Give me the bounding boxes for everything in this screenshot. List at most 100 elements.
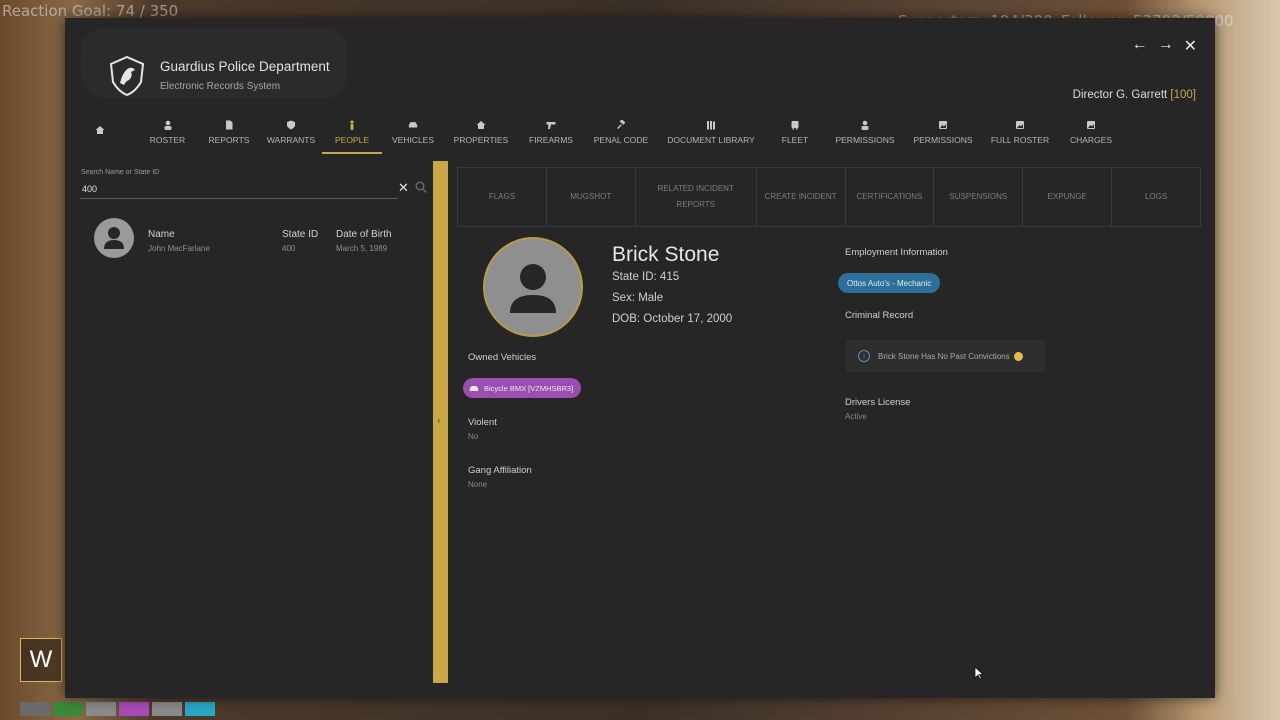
result-dob: March 5, 1989 — [336, 244, 388, 253]
gang-affiliation-value: None — [468, 480, 488, 489]
file-icon — [226, 120, 233, 129]
window-controls: ← → ✕ — [1132, 36, 1197, 56]
vehicle-chip[interactable]: Bicycle BMX [VZMHSBR3] — [463, 378, 582, 398]
chevron-left-icon: ‹ — [437, 415, 441, 427]
result-state-id-header: State ID — [282, 229, 319, 240]
person-icon — [164, 120, 171, 130]
nav-label: CHARGES — [1069, 134, 1113, 145]
nav-penal-code[interactable]: PENAL CODE — [584, 110, 658, 154]
nav-label: FLEET — [781, 134, 809, 145]
profile-tabs: FLAGS MUGSHOT RELATED INCIDENT REPORTS C… — [457, 167, 1201, 227]
car-icon — [791, 120, 799, 129]
result-name-header: Name — [148, 229, 175, 240]
tab-create-incident[interactable]: CREATE INCIDENT — [757, 168, 846, 226]
nav-home[interactable] — [83, 110, 117, 154]
nav-label: PEOPLE — [334, 134, 370, 145]
nav-document-library[interactable]: DOCUMENT LIBRARY — [658, 110, 764, 154]
nav-label: REPORTS — [208, 134, 250, 145]
nav-label: FULL ROSTER — [990, 134, 1050, 145]
criminal-record-alert: i Brick Stone Has No Past Convictions — [846, 340, 1045, 372]
hotbar-slot — [20, 702, 50, 716]
nav-label: ROSTER — [149, 134, 186, 145]
panel-collapse-handle[interactable]: ‹ — [433, 161, 448, 683]
nav-label: PERMISSIONS — [835, 134, 895, 145]
shield-logo-icon — [109, 56, 145, 96]
nav-label: PERMISSIONS — [913, 134, 973, 145]
mdt-window: Guardius Police Department Electronic Re… — [65, 18, 1215, 698]
drivers-license-value: Active — [845, 412, 867, 421]
nav-warrants[interactable]: WARRANTS — [260, 110, 322, 154]
violent-title: Violent — [468, 417, 497, 428]
hud-hotbar — [20, 702, 215, 718]
person-silhouette-icon — [510, 264, 556, 313]
drivers-license-title: Drivers License — [845, 397, 911, 408]
app-subtitle: Electronic Records System — [160, 81, 281, 92]
tab-suspensions[interactable]: SUSPENSIONS — [934, 168, 1024, 226]
image-icon — [939, 120, 947, 129]
forward-arrow-icon[interactable]: → — [1158, 36, 1174, 56]
gavel-icon — [617, 119, 626, 129]
nav-permissions-2[interactable]: PERMISSIONS — [904, 110, 982, 154]
gun-icon — [546, 121, 556, 129]
hud-badge: W — [20, 638, 62, 682]
nav-fleet[interactable]: FLEET — [764, 110, 826, 154]
info-icon: i — [858, 350, 870, 362]
result-name: John MacFarlane — [148, 244, 210, 253]
profile-sex: Sex: Male — [612, 292, 664, 304]
person-silhouette-icon — [104, 227, 124, 249]
avatar — [94, 218, 134, 258]
hotbar-slot — [152, 702, 182, 716]
mouse-cursor-icon — [974, 666, 984, 680]
books-icon — [707, 120, 715, 129]
home-icon — [95, 125, 105, 134]
nav-permissions[interactable]: PERMISSIONS — [826, 110, 904, 154]
main-nav: ROSTER REPORTS WARRANTS PEOPLE VEHICLES … — [83, 110, 1124, 154]
tab-flags[interactable]: FLAGS — [458, 168, 547, 226]
tab-expunge[interactable]: EXPUNGE — [1023, 168, 1113, 226]
nav-full-roster[interactable]: FULL ROSTER — [982, 110, 1058, 154]
nav-label: PENAL CODE — [593, 134, 649, 145]
nav-properties[interactable]: PROPERTIES — [444, 110, 518, 154]
back-arrow-icon[interactable]: ← — [1132, 36, 1148, 56]
gang-affiliation-title: Gang Affiliation — [468, 465, 532, 476]
employment-title: Employment Information — [845, 247, 948, 258]
search-icon[interactable] — [415, 181, 427, 193]
nav-firearms[interactable]: FIREARMS — [518, 110, 584, 154]
hotbar-slot — [86, 702, 116, 716]
violent-value: No — [468, 432, 479, 441]
badge-icon — [287, 120, 295, 129]
app-title: Guardius Police Department — [160, 59, 330, 74]
current-user: Director G. Garrett [100] — [1073, 89, 1196, 101]
search-input[interactable] — [80, 180, 398, 199]
nav-label: FIREARMS — [529, 134, 573, 145]
tab-related-incident-reports[interactable]: RELATED INCIDENT REPORTS — [636, 168, 757, 226]
nav-people[interactable]: PEOPLE — [322, 110, 382, 154]
nav-charges[interactable]: CHARGES — [1058, 110, 1124, 154]
employment-chip[interactable]: Ottos Auto's - Mechanic — [838, 273, 941, 293]
house-icon — [476, 120, 486, 129]
brand-header: Guardius Police Department Electronic Re… — [81, 28, 347, 98]
close-icon[interactable]: ✕ — [1184, 36, 1197, 56]
nav-reports[interactable]: REPORTS — [198, 110, 260, 154]
hotbar-slot — [53, 702, 83, 716]
nav-vehicles[interactable]: VEHICLES — [382, 110, 444, 154]
search-result-row[interactable]: Name John MacFarlane State ID 400 Date o… — [81, 214, 429, 262]
clear-search-icon[interactable]: ✕ — [398, 180, 409, 196]
tab-logs[interactable]: LOGS — [1112, 168, 1200, 226]
car-icon — [408, 121, 418, 127]
nav-roster[interactable]: ROSTER — [137, 110, 198, 154]
nav-label: PROPERTIES — [453, 134, 509, 145]
search-label: Search Name or State ID — [81, 169, 160, 176]
hotbar-slot — [185, 702, 215, 716]
criminal-record-title: Criminal Record — [845, 310, 914, 321]
person-icon — [861, 120, 869, 130]
profile-state-id: State ID: 415 — [612, 271, 680, 283]
nav-label: WARRANTS — [266, 134, 316, 145]
result-state-id: 400 — [282, 244, 296, 253]
owned-vehicles-title: Owned Vehicles — [468, 352, 537, 363]
person-icon — [350, 119, 354, 130]
profile-avatar[interactable] — [483, 237, 583, 337]
tab-mugshot[interactable]: MUGSHOT — [547, 168, 636, 226]
criminal-record-text: Brick Stone Has No Past Convictions — [878, 351, 1010, 361]
tab-certifications[interactable]: CERTIFICATIONS — [846, 168, 935, 226]
